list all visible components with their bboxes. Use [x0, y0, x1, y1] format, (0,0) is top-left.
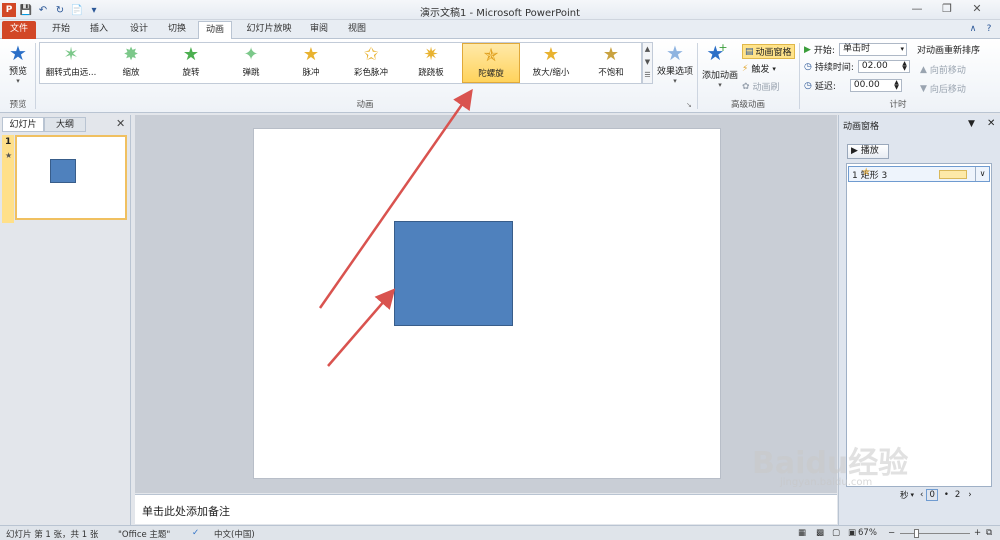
animation-pane-title: 动画窗格	[843, 122, 880, 132]
zoom-in-icon[interactable]: +	[974, 528, 981, 538]
scroll-left-icon[interactable]: ‹	[920, 490, 923, 500]
language[interactable]: 中文(中国)	[214, 528, 255, 540]
chevron-down-icon: ▾	[910, 491, 915, 499]
close-pane-icon[interactable]: ✕	[987, 118, 995, 129]
spin-effect-icon: ✯	[862, 167, 871, 178]
play-button[interactable]: ▶ 播放	[847, 144, 889, 159]
timing-bar	[939, 170, 967, 179]
play-label: 播放	[860, 146, 879, 156]
pane-menu-icon[interactable]: ▼	[968, 119, 975, 129]
zoom-slider[interactable]	[900, 533, 970, 534]
timeline-footer: 秒 ▾ ‹ 0 • 2 ›	[846, 488, 992, 502]
watermark-url: jingyan.baidu.com	[780, 477, 873, 488]
normal-view-icon[interactable]: ▦	[798, 528, 806, 538]
arrow-to-shape	[327, 288, 396, 367]
seconds-label[interactable]: 秒	[900, 489, 909, 501]
arrow-to-gallery	[318, 88, 473, 309]
theme-name[interactable]: "Office 主题"	[118, 528, 170, 540]
slide-info: 幻灯片 第 1 张，共 1 张	[6, 530, 99, 540]
timeline-end: 2	[954, 490, 961, 500]
notes-placeholder: 单击此处添加备注	[142, 505, 230, 518]
zoom-slider-thumb[interactable]	[914, 529, 919, 538]
watermark-logo: Baidu经验	[752, 446, 909, 481]
slideshow-view-icon[interactable]: ▣	[848, 528, 856, 538]
zoom-level[interactable]: 67%	[858, 528, 877, 538]
scroll-dot-icon: •	[943, 490, 949, 500]
play-icon: ▶	[851, 146, 858, 156]
animation-list-item[interactable]: 1 矩形 3 ✯ ∨	[848, 166, 990, 182]
notes-pane[interactable]: 单击此处添加备注	[135, 494, 837, 524]
spelling-check-icon[interactable]: ✓	[192, 528, 199, 538]
fit-to-window-icon[interactable]: ⧉	[986, 528, 992, 538]
status-bar: 幻灯片 第 1 张，共 1 张 "Office 主题" ✓ 中文(中国) ▦ ▩…	[0, 525, 1000, 540]
scroll-right-icon[interactable]: ›	[968, 490, 971, 500]
timeline-start: 0	[926, 489, 938, 501]
chevron-down-icon[interactable]: ∨	[975, 167, 989, 181]
zoom-out-icon[interactable]: −	[888, 528, 895, 538]
slide-sorter-icon[interactable]: ▩	[816, 528, 824, 538]
reading-view-icon[interactable]: ▢	[832, 528, 840, 538]
